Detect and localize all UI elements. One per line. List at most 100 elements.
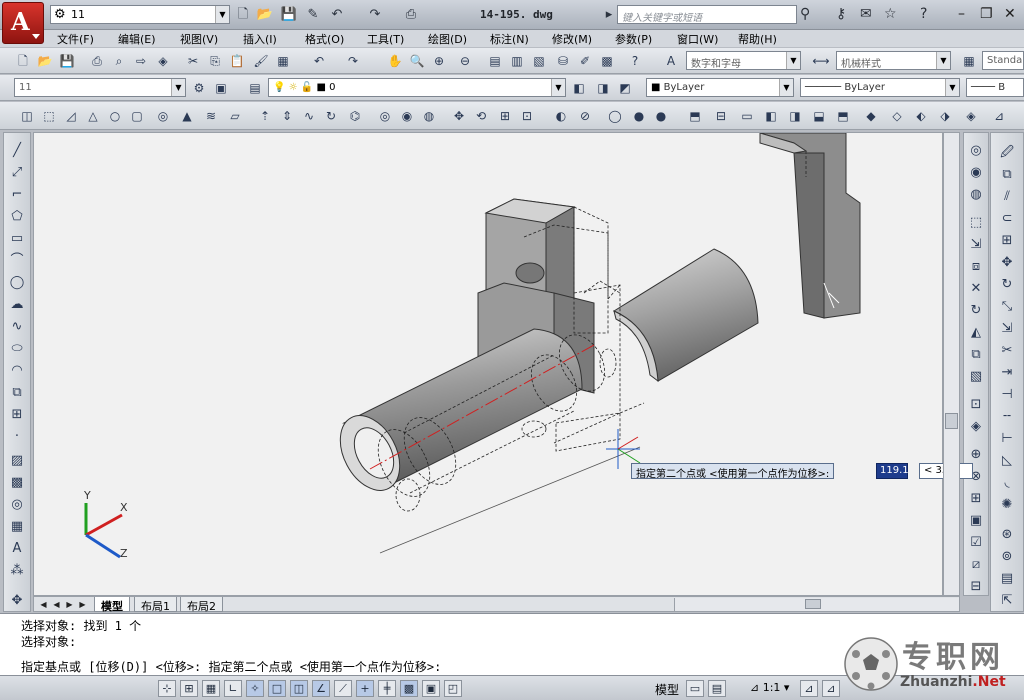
back-view-icon[interactable]: ⬒ [834,107,852,125]
union-icon[interactable]: ◎ [966,141,986,161]
text-style-combo[interactable]: 数字和字母 ▼ [686,51,801,70]
lineweight-icon[interactable]: ╪ [378,680,396,697]
box-icon[interactable]: ⬚ [40,107,58,125]
chevron-down-icon[interactable]: ▼ [945,79,959,96]
redo-icon[interactable]: ↷ [366,6,384,24]
horizontal-scrollbar[interactable] [674,598,959,611]
sw-iso-icon[interactable]: ◆ [862,107,880,125]
pan-icon[interactable]: ✋ [386,52,404,70]
block-editor-icon[interactable]: ▦ [274,52,292,70]
insert-block-icon[interactable]: ⧉ [7,383,27,403]
help-icon[interactable]: ? [626,52,644,70]
annotation-visibility-icon[interactable]: ⊿ [800,680,818,697]
menu-edit[interactable]: 编辑(E) [118,31,156,47]
break-at-point-icon[interactable]: ⊣ [997,385,1017,405]
menu-draw[interactable]: 绘图(D) [428,31,467,47]
save-icon[interactable]: 💾 [280,6,298,24]
dim-style-icon[interactable]: ⟷ [812,52,830,70]
section-icon[interactable]: ⊟ [966,577,986,597]
arc-icon[interactable]: ⌒ [7,251,27,271]
zoom-previous-icon[interactable]: ⊖ [456,52,474,70]
color-edges-icon[interactable]: ◈ [966,417,986,437]
redo-icon[interactable]: ↷ [344,52,362,70]
workspace-settings-icon[interactable]: ⚙ [190,79,208,97]
menu-format[interactable]: 格式(O) [305,31,344,47]
loft-icon[interactable]: ⌬ [346,107,364,125]
favorites-star-icon[interactable]: ☆ [884,6,897,22]
nw-iso-icon[interactable]: ⬗ [936,107,954,125]
customize-icon[interactable]: ▣ [212,79,230,97]
polysolid-icon[interactable]: ◫ [18,107,36,125]
ucs-icon[interactable]: ⊿ [990,107,1008,125]
wedge-icon[interactable]: ◿ [62,107,80,125]
command-prompt-line[interactable]: 指定基点或 [位移(D)] <位移>: 指定第二个点或 <使用第一个点作为位移>… [21,658,441,675]
copy-faces-icon[interactable]: ⧉ [966,345,986,365]
vertical-scrollbar[interactable] [943,132,960,596]
copy-edges-icon[interactable]: ⊡ [966,395,986,415]
infer-constraints-icon[interactable]: ⊹ [158,680,176,697]
help-search-input[interactable]: 键入关键字或短语 [617,5,797,24]
trim-icon[interactable]: ✂ [997,341,1017,361]
spline-icon[interactable]: ∿ [7,317,27,337]
model-space-canvas[interactable]: Y X Z [33,132,943,596]
ne-iso-icon[interactable]: ⬖ [912,107,930,125]
visual-styles-icon[interactable]: ◐ [552,107,570,125]
join-icon[interactable]: ⊢ [997,429,1017,449]
polygon-icon[interactable]: ⬠ [7,207,27,227]
open-icon[interactable]: 📂 [36,52,54,70]
menu-tools[interactable]: 工具(T) [367,31,404,47]
slice-icon[interactable]: ⧄ [966,555,986,575]
undo-icon[interactable]: ↶ [328,6,346,24]
quick-properties-icon[interactable]: ▣ [422,680,440,697]
subtract-icon[interactable]: ◉ [398,107,416,125]
linetype-combo[interactable]: ────── ByLayer ▼ [800,78,960,97]
revision-cloud-icon[interactable]: ☁ [7,295,27,315]
table-style-combo[interactable]: Standa [982,51,1024,70]
polyline-icon[interactable]: ⌐ [7,185,27,205]
make-block-icon[interactable]: ⊞ [7,405,27,425]
save-as-icon[interactable]: ✎ [304,6,322,24]
zoom-window-icon[interactable]: ⊕ [430,52,448,70]
scroll-thumb[interactable] [805,599,821,609]
auto-scale-icon[interactable]: ⊿ [822,680,840,697]
help-icon[interactable]: ? [920,6,927,22]
multiline-text-icon[interactable]: A [7,539,27,559]
intersect-icon[interactable]: ◍ [420,107,438,125]
scale-icon[interactable]: ⤡ [997,297,1017,317]
array-icon[interactable]: ⊞ [997,231,1017,251]
grid-display-icon[interactable]: ▦ [202,680,220,697]
explode-icon[interactable]: ✺ [997,495,1017,515]
steering-wheel-icon[interactable]: ⊚ [997,547,1017,567]
revolve-icon[interactable]: ↻ [322,107,340,125]
object-snap-tracking-icon[interactable]: ∠ [312,680,330,697]
prev-tab-icon[interactable]: ◀ [51,599,62,610]
line-icon[interactable]: ╱ [7,141,27,161]
left-view-icon[interactable]: ◧ [762,107,780,125]
open-file-icon[interactable]: 📂 [256,6,274,24]
tab-layout1[interactable]: 布局1 [134,597,177,613]
print-preview-icon[interactable]: ⌕ [110,52,128,70]
rotate-icon[interactable]: ↻ [997,275,1017,295]
se-iso-icon[interactable]: ◇ [888,107,906,125]
hidden-icon[interactable]: ◯ [606,107,624,125]
bracket-part[interactable] [759,133,861,319]
tool-palettes-icon[interactable]: ▧ [530,52,548,70]
sweep-icon[interactable]: ∿ [300,107,318,125]
union-icon[interactable]: ◎ [376,107,394,125]
walk-icon[interactable]: ⇱ [997,591,1017,611]
drawing-svg[interactable]: Y X Z [34,133,943,596]
3d-move-icon[interactable]: ✥ [450,107,468,125]
front-view-icon[interactable]: ⬓ [810,107,828,125]
extrude-icon[interactable]: ⇡ [256,107,274,125]
chevron-down-icon[interactable]: ▼ [215,6,229,23]
chevron-down-icon[interactable]: ▼ [786,52,800,69]
scroll-thumb[interactable] [945,413,958,429]
chamfer-icon[interactable]: ◺ [997,451,1017,471]
menu-help[interactable]: 帮助(H) [738,31,777,47]
gradient-icon[interactable]: ▩ [7,473,27,493]
point-icon[interactable]: · [7,427,27,447]
menu-file[interactable]: 文件(F) [57,31,94,47]
chevron-down-icon[interactable]: ▼ [171,79,185,96]
menu-dimension[interactable]: 标注(N) [490,31,529,47]
chevron-down-icon[interactable]: ▼ [779,79,793,96]
